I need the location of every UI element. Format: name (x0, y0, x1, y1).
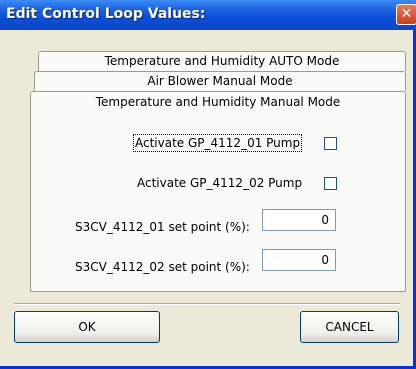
close-icon: ✕ (400, 6, 413, 22)
ok-button[interactable]: OK (14, 311, 160, 343)
pump-1-checkbox[interactable] (324, 137, 337, 150)
tab-temperature-humidity-manual[interactable]: Temperature and Humidity Manual Mode (31, 95, 405, 109)
tab-panel-temperature-humidity-manual: Temperature and Humidity Manual Mode Act… (30, 91, 406, 292)
window-title: Edit Control Loop Values: (6, 6, 206, 22)
dialog-window: Edit Control Loop Values: ✕ Temperature … (0, 0, 416, 369)
setpoint-2-label: S3CV_4112_02 set point (%): (75, 260, 250, 274)
title-bar[interactable]: Edit Control Loop Values: ✕ (0, 0, 416, 30)
pump-2-label[interactable]: Activate GP_4112_02 Pump (137, 176, 302, 190)
setpoint-1-input[interactable]: 0 (262, 209, 336, 231)
setpoint-2-input[interactable]: 0 (262, 249, 336, 271)
tab-label: Temperature and Humidity AUTO Mode (104, 54, 340, 68)
tab-temperature-humidity-auto[interactable]: Temperature and Humidity AUTO Mode (38, 51, 406, 71)
close-button[interactable]: ✕ (396, 4, 416, 25)
pump-1-label[interactable]: Activate GP_4112_01 Pump (132, 134, 303, 152)
tab-label: Air Blower Manual Mode (147, 74, 293, 88)
cancel-button[interactable]: CANCEL (300, 311, 399, 343)
pump-2-checkbox[interactable] (324, 177, 337, 190)
setpoint-1-label: S3CV_4112_01 set point (%): (75, 220, 250, 234)
tab-air-blower-manual[interactable]: Air Blower Manual Mode (34, 71, 406, 91)
divider (14, 303, 400, 305)
